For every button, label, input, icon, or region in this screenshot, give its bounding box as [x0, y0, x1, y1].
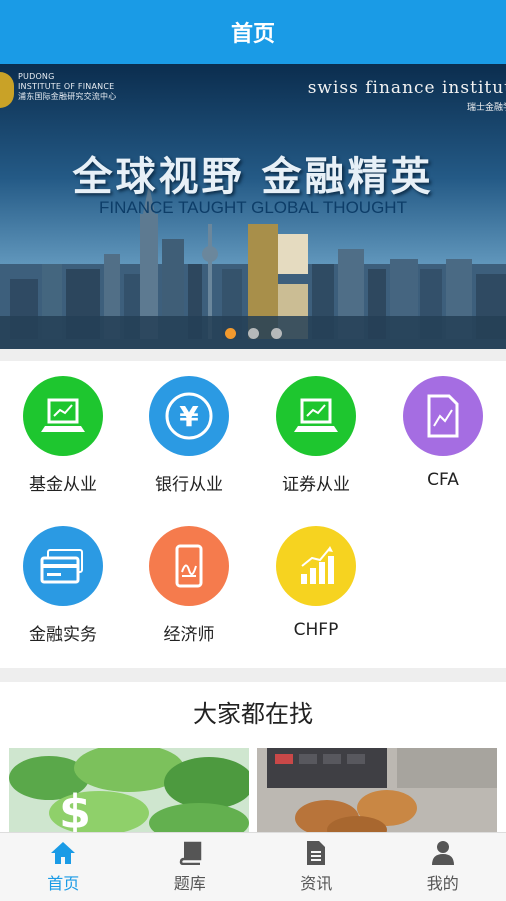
user-icon: [431, 840, 455, 866]
category-bank[interactable]: ¥ 银行从业: [126, 361, 252, 511]
tab-home[interactable]: 首页: [0, 833, 127, 901]
swiss-finance-logo: swiss finance institut 瑞士金融学: [308, 78, 506, 113]
category-label: 银行从业: [155, 470, 223, 495]
article-thumbnail-1[interactable]: $: [9, 748, 249, 834]
phone-signature-icon: [149, 526, 229, 606]
carousel-dot-2[interactable]: [248, 328, 259, 339]
yen-icon: ¥: [149, 376, 229, 456]
tab-mine[interactable]: 我的: [380, 833, 506, 901]
carousel-dot-3[interactable]: [271, 328, 282, 339]
pudong-logo-mark-icon: [0, 72, 14, 108]
banner-carousel[interactable]: PUDONG INSTITUTE OF FINANCE 浦东国际金融研究交流中心…: [0, 64, 506, 349]
banner-slogan-en: FINANCE TAUGHT GLOBAL THOUGHT: [0, 198, 506, 218]
laptop-chart-icon: [23, 376, 103, 456]
divider: [0, 349, 506, 361]
divider: [0, 668, 506, 682]
carousel-dot-1[interactable]: [225, 328, 236, 339]
tab-label: 题库: [174, 870, 206, 894]
app-header: 首页: [0, 0, 506, 64]
tab-label: 我的: [427, 870, 459, 894]
pudong-institute-logo: PUDONG INSTITUTE OF FINANCE 浦东国际金融研究交流中心: [0, 72, 116, 108]
tab-news[interactable]: 资讯: [253, 833, 380, 901]
article-thumbnail-2[interactable]: [257, 748, 497, 834]
category-fund[interactable]: 基金从业: [0, 361, 126, 511]
bottom-tab-bar: 首页 题库 资讯 我的: [0, 832, 506, 901]
category-label: 基金从业: [29, 470, 97, 495]
carousel-indicator[interactable]: [0, 328, 506, 339]
credit-card-icon: [23, 526, 103, 606]
category-label: CFA: [427, 470, 459, 490]
laptop-chart-icon: [276, 376, 356, 456]
tab-label: 首页: [47, 870, 79, 894]
category-label: 证券从业: [282, 470, 350, 495]
page-title: 首页: [231, 16, 275, 48]
document-icon: [306, 840, 326, 866]
home-icon: [50, 840, 76, 866]
logo-line-3: 浦东国际金融研究交流中心: [18, 92, 116, 102]
document-chart-icon: [403, 376, 483, 456]
category-economist[interactable]: 经济师: [126, 511, 252, 661]
logo-line-2: INSTITUTE OF FINANCE: [18, 82, 116, 92]
tab-label: 资讯: [300, 870, 332, 894]
category-label: 金融实务: [29, 620, 97, 645]
category-label: 经济师: [164, 620, 215, 645]
swiss-finance-name: swiss finance institut: [308, 78, 506, 98]
bar-growth-icon: [276, 526, 356, 606]
svg-text:$: $: [59, 785, 91, 834]
category-chfp[interactable]: CHFP: [253, 511, 379, 661]
tab-question-bank[interactable]: 题库: [127, 833, 254, 901]
swiss-finance-sub: 瑞士金融学: [308, 100, 506, 113]
svg-text:¥: ¥: [179, 400, 199, 433]
category-cfa[interactable]: CFA: [380, 361, 506, 511]
logo-line-1: PUDONG: [18, 72, 116, 82]
category-finance-practice[interactable]: 金融实务: [0, 511, 126, 661]
section-title: 大家都在找: [0, 694, 506, 729]
category-grid: 基金从业 ¥ 银行从业 证券从业 CFA 金融实务 经济师 CHFP: [0, 361, 506, 668]
book-icon: [178, 840, 202, 866]
category-label: CHFP: [294, 620, 339, 640]
category-securities[interactable]: 证券从业: [253, 361, 379, 511]
banner-slogan-cn: 全球视野 金融精英: [0, 144, 506, 202]
